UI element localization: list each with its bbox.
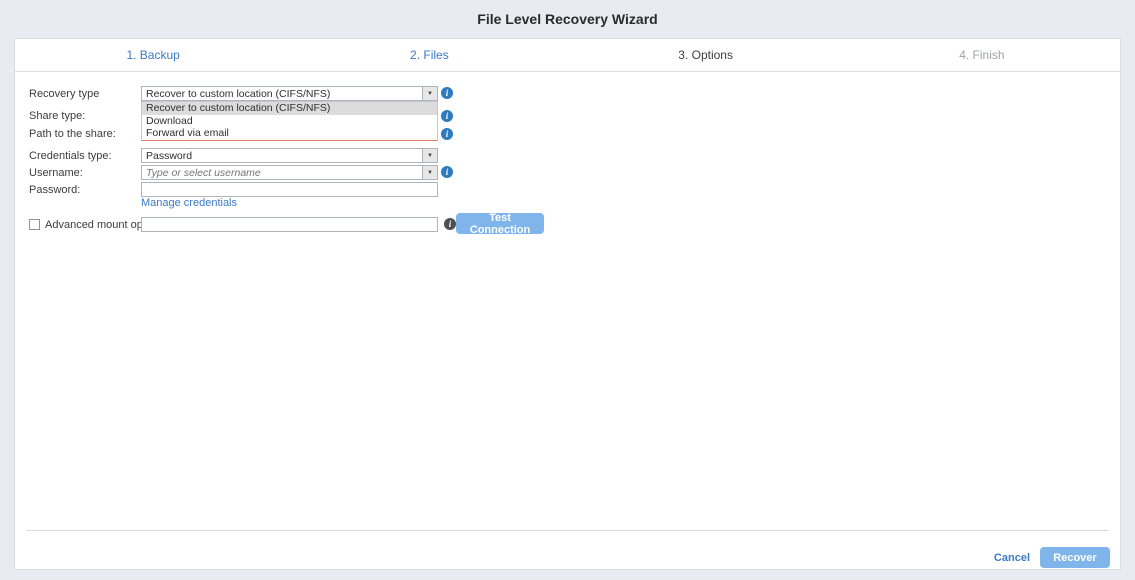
password-label: Password:: [29, 184, 80, 196]
recovery-type-value: Recover to custom location (CIFS/NFS): [142, 88, 422, 100]
chevron-down-icon: ▼: [427, 91, 433, 97]
step-backup[interactable]: 1. Backup: [15, 39, 291, 71]
step-finish: 4. Finish: [844, 39, 1120, 71]
path-to-share-label: Path to the share:: [29, 128, 116, 140]
path-to-share-info-icon[interactable]: i: [441, 128, 453, 140]
recovery-type-dropdown-button[interactable]: ▼: [422, 87, 437, 100]
share-type-label: Share type:: [29, 110, 85, 122]
dropdown-option-custom-location[interactable]: Recover to custom location (CIFS/NFS): [142, 102, 437, 115]
share-type-info-icon[interactable]: i: [441, 110, 453, 122]
chevron-down-icon: ▼: [427, 153, 433, 159]
username-combobox[interactable]: ▼: [141, 165, 438, 180]
footer-divider: [26, 530, 1109, 531]
manage-credentials-link[interactable]: Manage credentials: [141, 197, 237, 209]
step-files[interactable]: 2. Files: [291, 39, 567, 71]
username-input[interactable]: [142, 166, 422, 179]
credentials-type-select[interactable]: Password ▼: [141, 148, 438, 163]
credentials-type-label: Credentials type:: [29, 150, 112, 162]
wizard-steps: 1. Backup 2. Files 3. Options 4. Finish: [15, 39, 1120, 72]
dropdown-option-download[interactable]: Download: [142, 115, 437, 128]
username-info-icon[interactable]: i: [441, 166, 453, 178]
step-options: 3. Options: [568, 39, 844, 71]
wizard-title: File Level Recovery Wizard: [0, 0, 1135, 38]
dropdown-option-forward-email[interactable]: Forward via email: [142, 127, 437, 140]
recovery-type-select[interactable]: Recover to custom location (CIFS/NFS) ▼: [141, 86, 438, 101]
password-input[interactable]: [141, 182, 438, 197]
wizard-dialog: 1. Backup 2. Files 3. Options 4. Finish …: [14, 38, 1121, 570]
recovery-type-label: Recovery type: [29, 88, 99, 100]
username-dropdown-button[interactable]: ▼: [422, 166, 437, 179]
recovery-type-info-icon[interactable]: i: [441, 87, 453, 99]
advanced-mount-info-icon[interactable]: i: [444, 218, 456, 230]
cancel-button[interactable]: Cancel: [988, 551, 1036, 565]
test-connection-button[interactable]: Test Connection: [456, 213, 544, 234]
advanced-mount-input[interactable]: [141, 217, 438, 232]
credentials-type-value: Password: [142, 150, 422, 162]
advanced-mount-checkbox[interactable]: [29, 219, 40, 230]
recover-button[interactable]: Recover: [1040, 547, 1110, 568]
chevron-down-icon: ▼: [427, 170, 433, 176]
recovery-type-dropdown-list: Recover to custom location (CIFS/NFS) Do…: [141, 101, 438, 141]
credentials-type-dropdown-button[interactable]: ▼: [422, 149, 437, 162]
username-label: Username:: [29, 167, 83, 179]
